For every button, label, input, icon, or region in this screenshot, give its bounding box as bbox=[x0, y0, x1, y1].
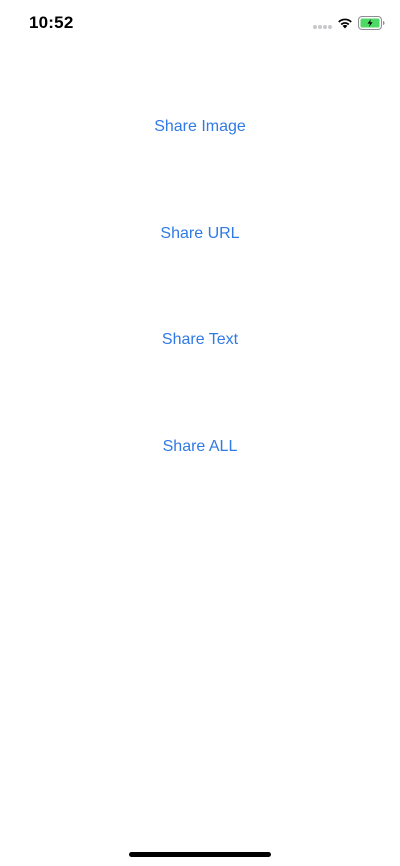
share-text-button[interactable]: Share Text bbox=[0, 330, 400, 350]
share-all-button[interactable]: Share ALL bbox=[0, 437, 400, 457]
signal-dots-icon bbox=[313, 25, 333, 30]
home-indicator[interactable] bbox=[129, 852, 271, 857]
status-time: 10:52 bbox=[29, 13, 74, 32]
status-bar: 10:52 bbox=[0, 0, 400, 48]
battery-charging-icon bbox=[358, 16, 385, 30]
share-url-button[interactable]: Share URL bbox=[0, 224, 400, 244]
wifi-icon bbox=[338, 18, 352, 29]
share-image-button[interactable]: Share Image bbox=[0, 117, 400, 137]
